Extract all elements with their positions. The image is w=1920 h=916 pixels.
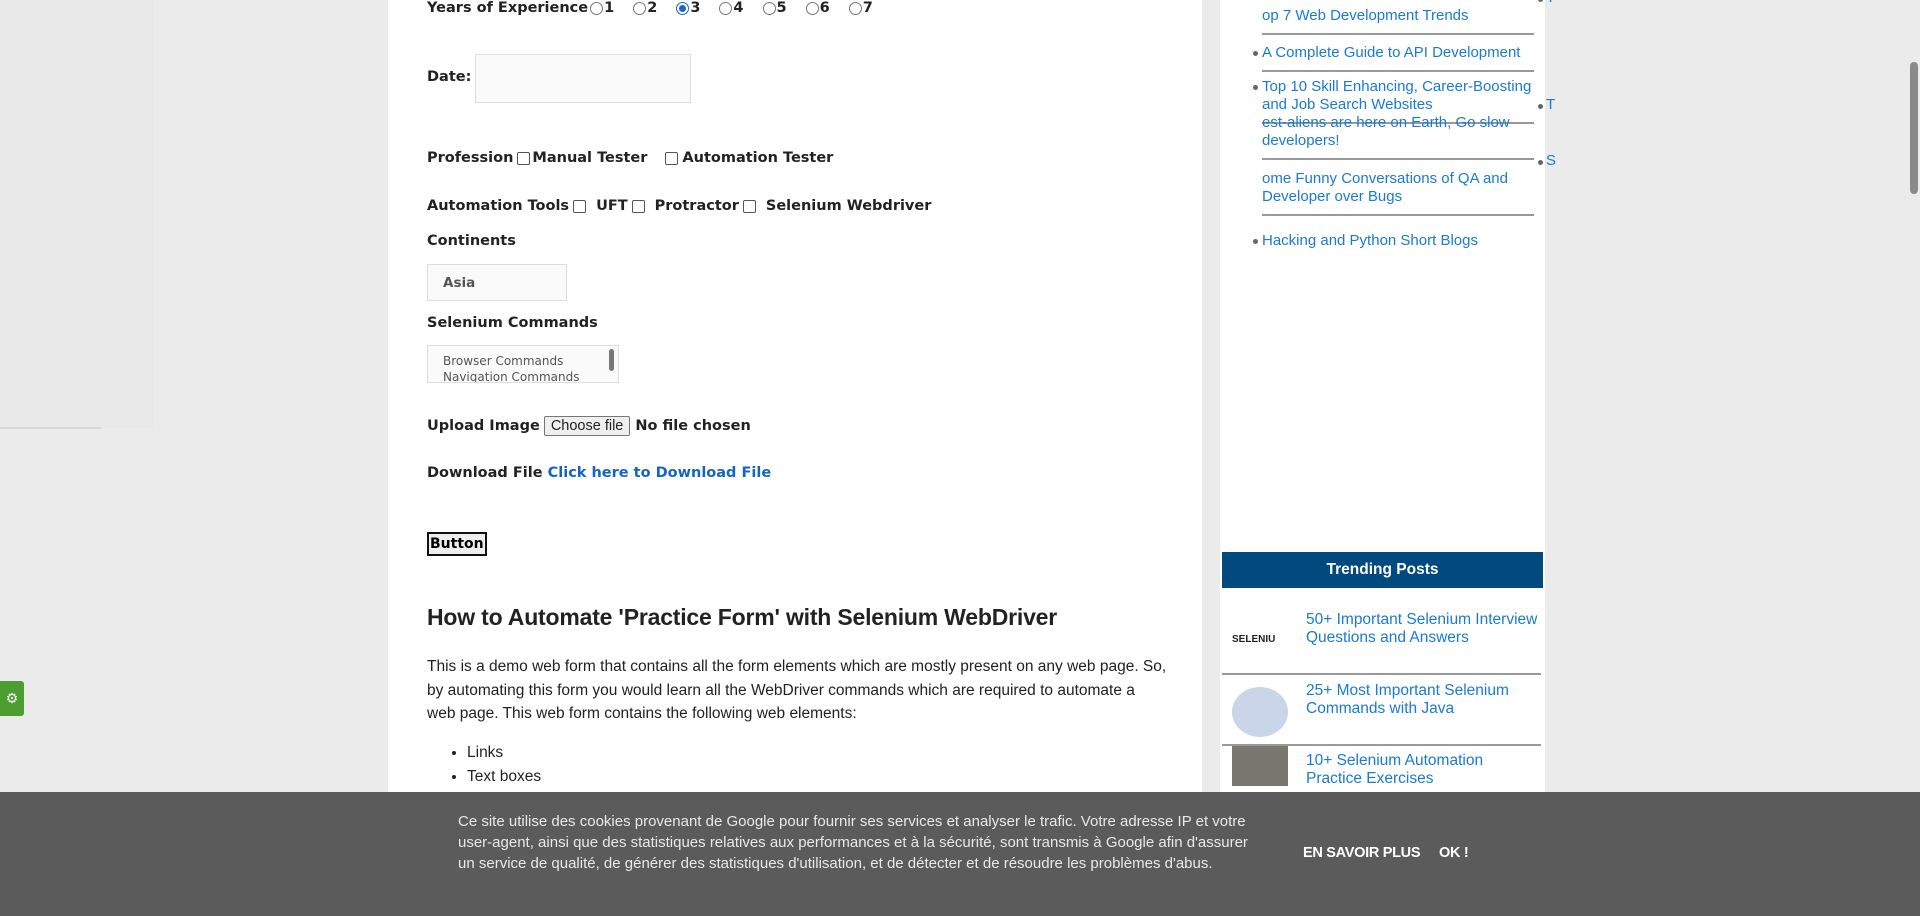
continents-select[interactable]: Asia [427, 264, 567, 301]
bullet-icon [1253, 51, 1258, 56]
trending-post-title[interactable]: 10+ Selenium Automation Practice Exercis… [1306, 752, 1541, 788]
selenium-commands-label: Selenium Commands [427, 315, 598, 331]
years-radio-2[interactable] [633, 1, 647, 15]
selenium-commands-listbox[interactable]: Browser Commands Navigation Commands [427, 345, 619, 383]
sidebar-post-link[interactable]: Test-aliens are here on Earth, Go slow d… [1262, 96, 1555, 160]
uft-label: UFT [596, 198, 628, 214]
selenium-webdriver-label: Selenium Webdriver [765, 198, 932, 214]
divider [1262, 70, 1534, 72]
listbox-scrollbar[interactable] [609, 349, 614, 371]
years-option-label: 1 [604, 0, 615, 16]
post-title: A Complete Guide to API Development [1262, 44, 1521, 61]
divider [1262, 214, 1534, 216]
trending-post[interactable]: 25+ Most Important Selenium Commands wit… [1222, 675, 1541, 746]
years-option-label: 3 [690, 0, 701, 16]
profession-label: Profession [427, 150, 514, 166]
years-radio-6[interactable] [805, 1, 819, 15]
page-scrollbar-thumb[interactable] [1910, 62, 1918, 194]
years-option-label: 5 [776, 0, 787, 16]
elements-list: Links Text boxes [427, 741, 541, 789]
article-heading: How to Automate 'Practice Form' with Sel… [427, 604, 1058, 630]
tools-label: Automation Tools [427, 198, 570, 214]
post-title: est-aliens are here on Earth, Go slow de… [1262, 114, 1510, 149]
automation-tester-checkbox[interactable] [665, 151, 679, 165]
uft-checkbox[interactable] [573, 199, 587, 213]
years-radio-1[interactable] [590, 1, 604, 15]
years-option-label: 2 [647, 0, 658, 16]
years-radio-7[interactable] [848, 1, 862, 15]
years-radio-4[interactable] [719, 1, 733, 15]
sidebar-post-link[interactable]: Some Funny Conversations of QA and Devel… [1262, 152, 1556, 216]
post-lead-letter: S [1546, 152, 1557, 169]
post-thumbnail[interactable]: SELENIU [1232, 616, 1288, 666]
list-item: Text boxes [467, 765, 541, 789]
post-title: op 7 Web Development Trends [1262, 7, 1469, 24]
post-lead-letter: T [1546, 0, 1555, 7]
post-title: ome Funny Conversations of QA and Develo… [1262, 170, 1508, 205]
upload-row: Upload Image Choose file No file chosen [427, 416, 751, 436]
protractor-label: Protractor [654, 198, 739, 214]
sidebar-post-link[interactable]: Top 7 Web Development Trends [1262, 0, 1555, 35]
profession-row: Profession Manual Tester Automation Test… [427, 150, 833, 166]
sidebar-post-link[interactable]: Hacking and Python Short Blogs [1253, 232, 1552, 250]
settings-button[interactable]: ⚙ [0, 681, 24, 716]
sidebar-post-link[interactable]: A Complete Guide to API Development [1253, 44, 1552, 72]
bullet-icon [1538, 104, 1543, 109]
left-panel [0, 0, 153, 428]
listbox-option[interactable]: Navigation Commands [443, 369, 603, 382]
selenium-webdriver-checkbox[interactable] [742, 199, 756, 213]
trending-post[interactable]: SELENIU 50+ Important Selenium Interview … [1222, 604, 1541, 675]
date-label: Date: [427, 69, 472, 85]
ok-button[interactable]: OK ! [1439, 845, 1469, 861]
post-thumbnail[interactable] [1232, 746, 1288, 786]
bullet-icon [1538, 160, 1543, 165]
automation-tester-label: Automation Tester [682, 150, 834, 166]
bullet-icon [1253, 85, 1258, 90]
upload-label: Upload Image [427, 418, 540, 434]
download-label: Download File [427, 465, 543, 481]
protractor-checkbox[interactable] [631, 199, 645, 213]
continents-label: Continents [427, 233, 516, 249]
bullet-icon [1253, 239, 1258, 244]
gear-icon: ⚙ [5, 690, 19, 706]
bullet-icon [1538, 0, 1543, 2]
years-radio-5[interactable] [762, 1, 776, 15]
years-option-label: 6 [819, 0, 830, 16]
divider [0, 427, 101, 429]
download-row: Download File Click here to Download Fil… [427, 465, 771, 481]
article-paragraph: This is a demo web form that contains al… [427, 658, 1167, 722]
cookie-text: Ce site utilise des cookies provenant de… [458, 813, 1248, 872]
divider [1262, 158, 1534, 160]
years-label: Years of Experience [427, 0, 589, 16]
years-radio-3[interactable] [676, 1, 690, 15]
listbox-option[interactable]: Browser Commands [443, 353, 603, 369]
no-file-chosen-text: No file chosen [635, 418, 751, 434]
automation-tools-row: Automation Tools UFT Protractor Selenium… [427, 198, 931, 214]
trending-post-title[interactable]: 50+ Important Selenium Interview Questio… [1306, 611, 1541, 647]
trending-post-title[interactable]: 25+ Most Important Selenium Commands wit… [1306, 682, 1541, 718]
post-lead-letter: T [1546, 96, 1556, 113]
date-input[interactable] [475, 54, 691, 103]
manual-tester-label: Manual Tester [532, 150, 648, 166]
post-title: Hacking and Python Short Blogs [1262, 232, 1478, 249]
sidebar: Top 7 Web Development Trends A Complete G… [1220, 0, 1556, 916]
learn-more-button[interactable]: EN SAVOIR PLUS [1303, 845, 1421, 861]
post-thumbnail[interactable] [1232, 687, 1288, 737]
list-item: Links [467, 741, 541, 765]
download-link[interactable]: Click here to Download File [548, 465, 772, 481]
manual-tester-checkbox[interactable] [517, 151, 531, 165]
choose-file-button[interactable]: Choose file [543, 416, 631, 436]
post-title: Top 10 Skill Enhancing, Career-Boosting … [1262, 78, 1532, 113]
cookie-banner: Ce site utilise des cookies provenant de… [0, 792, 1920, 916]
main-content: Years of Experience 1 2 3 4 5 6 7 Date: Profes… [388, 0, 1202, 916]
years-of-experience-row: Years of Experience 1 2 3 4 5 6 7 [427, 0, 873, 16]
years-option-label: 7 [862, 0, 873, 16]
trending-posts-header: Trending Posts [1222, 552, 1543, 588]
button[interactable]: Button [427, 532, 487, 556]
years-option-label: 4 [733, 0, 744, 16]
divider [1262, 33, 1534, 35]
